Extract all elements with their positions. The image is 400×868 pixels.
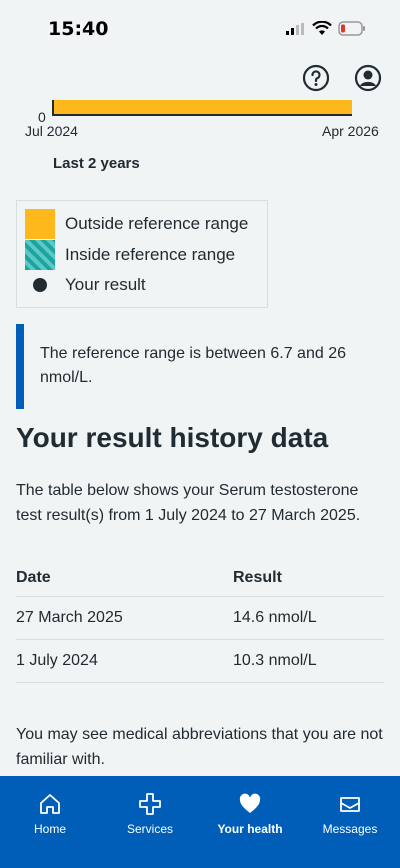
status-bar: 15:40: [0, 0, 400, 56]
inside-range-swatch: [25, 240, 55, 270]
chart-bar-outside-range: [52, 100, 352, 116]
period-label: Last 2 years: [53, 155, 140, 172]
x-axis-end-label: Apr 2026: [322, 123, 379, 139]
x-axis-start-label: Jul 2024: [25, 123, 78, 139]
help-icon[interactable]: [302, 64, 330, 92]
history-title: Your result history data: [16, 422, 329, 453]
legend-item-outside: Outside reference range: [25, 209, 248, 239]
nav-your-health-label: Your health: [217, 822, 283, 836]
nav-home[interactable]: Home: [0, 776, 100, 868]
table-row: 27 March 2025 14.6 nmol/L: [16, 597, 384, 640]
legend-result-label: Your result: [65, 275, 146, 294]
results-table: Date Result 27 March 2025 14.6 nmol/L 1 …: [16, 560, 384, 683]
clock: 15:40: [48, 18, 109, 40]
home-icon: [40, 794, 60, 814]
chart-legend: Outside reference range Inside reference…: [16, 200, 268, 308]
row-date: 1 July 2024: [16, 652, 98, 669]
nav-services[interactable]: Services: [100, 776, 200, 868]
header-actions: [302, 64, 382, 92]
row-result: 14.6 nmol/L: [233, 609, 317, 626]
legend-item-result: Your result: [25, 270, 146, 300]
reference-range-text: The reference range is between 6.7 and 2…: [40, 345, 346, 386]
heart-icon: [239, 793, 261, 813]
history-intro: The table below shows your Serum testost…: [16, 482, 361, 524]
row-result: 10.3 nmol/L: [233, 652, 317, 669]
reference-range-callout: The reference range is between 6.7 and 2…: [16, 324, 384, 409]
date-header: Date: [16, 569, 51, 586]
table-row: 1 July 2024 10.3 nmol/L: [16, 640, 384, 683]
abbreviations-note: You may see medical abbreviations that y…: [16, 726, 383, 768]
cellular-signal-icon: [286, 23, 304, 35]
envelope-icon: [340, 797, 360, 812]
nav-your-health[interactable]: Your health: [200, 776, 300, 868]
nav-messages[interactable]: Messages: [300, 776, 400, 868]
bottom-nav: Home Services Your health Messages: [0, 776, 400, 868]
plus-cross-icon: [139, 793, 161, 815]
nav-services-label: Services: [126, 822, 173, 836]
legend-item-inside: Inside reference range: [25, 240, 235, 270]
battery-icon: [338, 21, 365, 36]
nav-messages-label: Messages: [322, 822, 378, 836]
result-dot-icon: [25, 270, 55, 300]
outside-range-swatch: [25, 209, 55, 239]
result-header: Result: [233, 569, 282, 586]
profile-icon[interactable]: [354, 64, 382, 92]
legend-inside-label: Inside reference range: [65, 245, 236, 264]
table-header: Date Result: [16, 560, 384, 597]
row-date: 27 March 2025: [16, 609, 123, 626]
nav-home-label: Home: [33, 822, 66, 836]
legend-outside-label: Outside reference range: [65, 214, 249, 233]
wifi-icon: [312, 21, 332, 35]
